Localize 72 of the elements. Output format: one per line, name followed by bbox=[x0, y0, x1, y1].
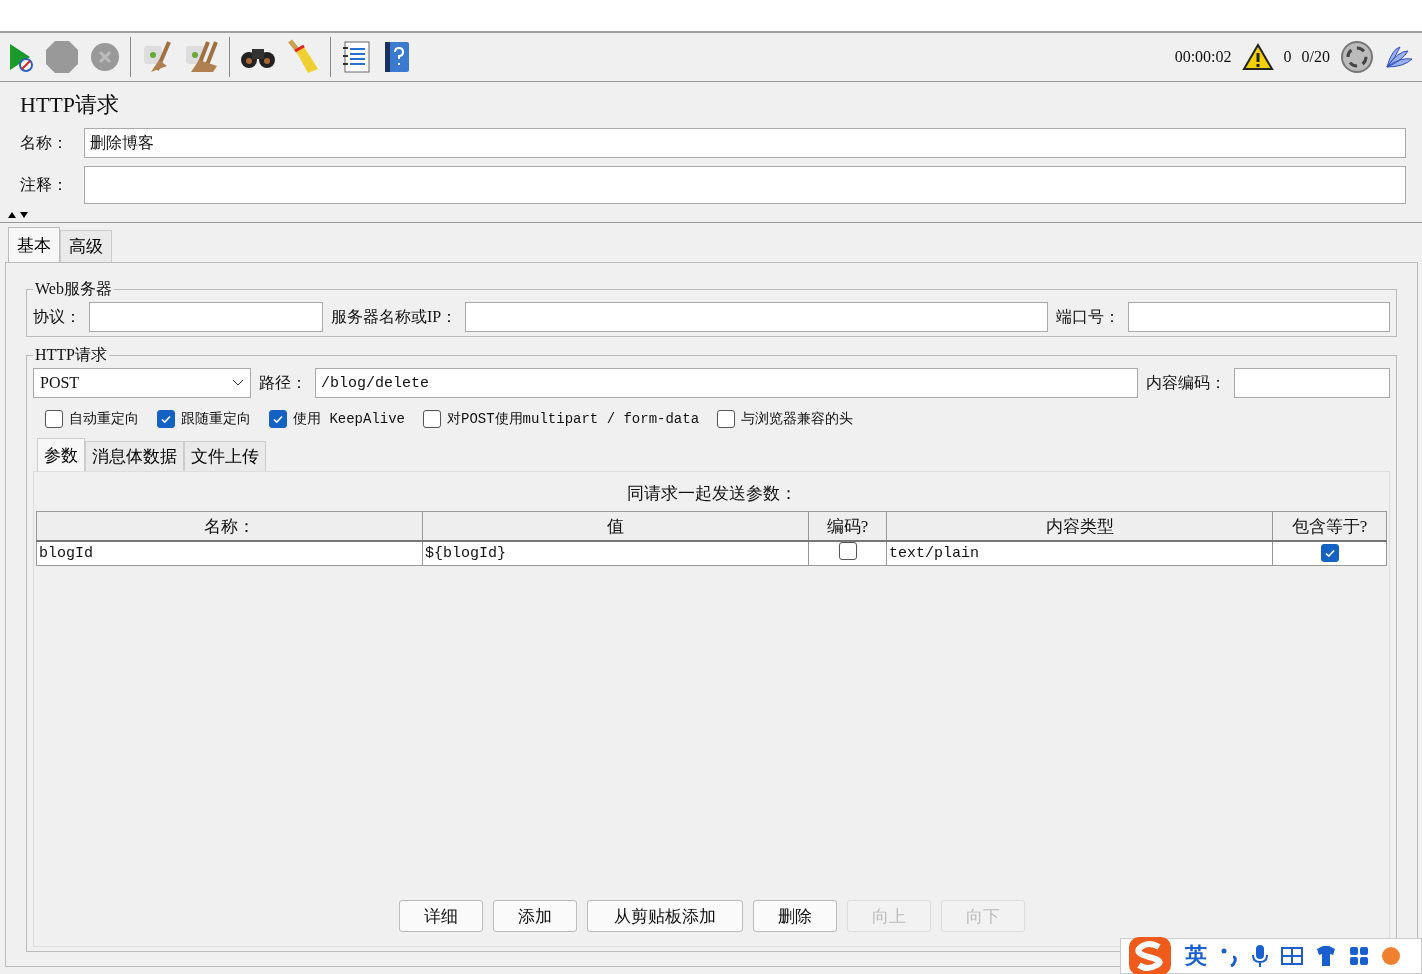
field-label: 协议： bbox=[33, 306, 81, 327]
column-header[interactable]: 包含等于? bbox=[1272, 511, 1387, 541]
encoding-field[interactable] bbox=[1234, 368, 1390, 398]
checkbox-label: 使用 KeepAlive bbox=[293, 410, 405, 428]
field-label: 端口号： bbox=[1056, 306, 1120, 327]
checkbox-label: 自动重定向 bbox=[69, 410, 139, 428]
tab[interactable]: 参数 bbox=[37, 438, 85, 471]
checkbox[interactable] bbox=[1320, 543, 1339, 562]
path-field[interactable]: /blog/delete bbox=[315, 368, 1138, 398]
input-field[interactable] bbox=[1128, 302, 1390, 332]
checkmark-icon bbox=[272, 413, 284, 425]
input-mode[interactable]: 英 bbox=[1185, 941, 1207, 971]
comment-field[interactable] bbox=[84, 166, 1406, 204]
grid-icon[interactable] bbox=[1349, 946, 1369, 966]
field-label: 路径： bbox=[259, 372, 307, 393]
input-field[interactable] bbox=[465, 302, 1048, 332]
table-cell: text/plain bbox=[886, 541, 1273, 566]
checkbox[interactable] bbox=[838, 542, 857, 560]
column-header[interactable]: 内容类型 bbox=[886, 511, 1273, 541]
action-button[interactable]: 删除 bbox=[752, 900, 837, 932]
checkbox[interactable] bbox=[717, 410, 736, 428]
column-header[interactable]: 值 bbox=[422, 511, 809, 541]
table-cell: ${blogId} bbox=[422, 541, 809, 566]
field-label: 服务器名称或IP： bbox=[331, 306, 458, 327]
broom-icon[interactable] bbox=[286, 39, 320, 75]
ime-logo-icon[interactable] bbox=[1127, 935, 1173, 974]
table-caption: 同请求一起发送参数： bbox=[625, 483, 798, 505]
warning-count: 0 bbox=[1283, 48, 1292, 66]
warning-icon[interactable] bbox=[1241, 43, 1274, 71]
checkbox[interactable] bbox=[269, 410, 287, 428]
checkbox[interactable] bbox=[423, 410, 441, 428]
group-title: HTTP请求 bbox=[34, 345, 108, 365]
collapse-icon[interactable] bbox=[8, 212, 16, 218]
group-title: Web服务器 bbox=[34, 279, 113, 299]
action-button[interactable]: 从剪贴板添加 bbox=[586, 900, 743, 932]
checkbox[interactable] bbox=[45, 410, 63, 428]
method-dropdown[interactable]: POST bbox=[33, 368, 251, 398]
checkbox-label: 对POST使用multipart / form-data bbox=[447, 410, 700, 428]
feather-icon[interactable] bbox=[1384, 43, 1414, 71]
checkbox-label: 与浏览器兼容的头 bbox=[741, 410, 854, 428]
list-icon[interactable] bbox=[341, 40, 373, 74]
column-header[interactable]: 名称： bbox=[36, 511, 423, 541]
field-label: 注释： bbox=[20, 174, 69, 195]
table-cell: blogId bbox=[36, 541, 423, 566]
tab[interactable]: 消息体数据 bbox=[85, 441, 184, 471]
clear-icon[interactable] bbox=[141, 40, 173, 74]
start-icon[interactable] bbox=[8, 42, 34, 72]
remote-icon[interactable] bbox=[1340, 40, 1374, 74]
panel-title: HTTP请求 bbox=[20, 91, 120, 119]
microphone-icon[interactable] bbox=[1251, 944, 1269, 968]
clear-all-icon[interactable] bbox=[183, 40, 219, 74]
caret-icon bbox=[232, 379, 244, 387]
tab[interactable]: 高级 bbox=[60, 230, 112, 262]
keyboard-icon[interactable] bbox=[1281, 946, 1303, 966]
field-label: 内容编码： bbox=[1146, 372, 1226, 393]
checkbox[interactable] bbox=[157, 410, 175, 428]
shirt-icon[interactable] bbox=[1315, 945, 1337, 967]
thread-count: 0/20 bbox=[1301, 48, 1330, 66]
skin-icon[interactable] bbox=[1381, 946, 1401, 966]
help-icon[interactable] bbox=[383, 40, 411, 74]
expand-icon[interactable] bbox=[20, 212, 28, 218]
tab[interactable]: 基本 bbox=[8, 227, 60, 262]
checkbox-label: 跟随重定向 bbox=[181, 410, 251, 428]
field-label: 名称： bbox=[20, 132, 69, 153]
checkmark-icon bbox=[160, 413, 172, 425]
input-field[interactable] bbox=[89, 302, 323, 332]
action-button[interactable]: 添加 bbox=[492, 900, 577, 932]
tab[interactable]: 文件上传 bbox=[184, 441, 266, 471]
action-button[interactable]: 详细 bbox=[398, 900, 483, 932]
column-header[interactable]: 编码? bbox=[808, 511, 887, 541]
name-field[interactable]: 删除博客 bbox=[84, 128, 1406, 158]
elapsed-time: 00:00:02 bbox=[1174, 48, 1232, 66]
